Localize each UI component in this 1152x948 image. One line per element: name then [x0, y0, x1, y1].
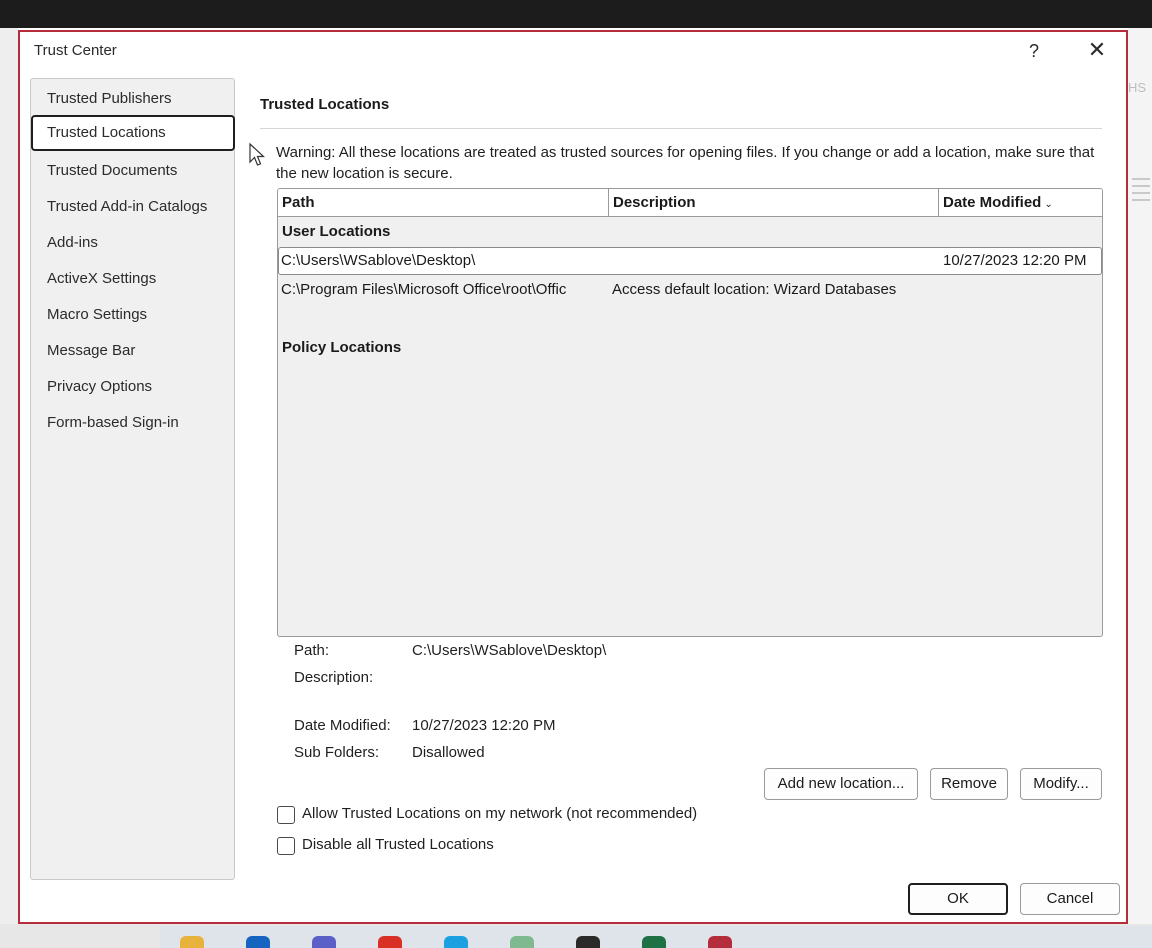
- cell-description: Access default location: Wizard Database…: [612, 281, 897, 298]
- group-header-user-locations: User Locations: [282, 223, 391, 240]
- background-window-right: HS: [1128, 28, 1152, 948]
- sort-chevron-icon: ⌄: [1044, 199, 1053, 210]
- taskbar: [160, 926, 1152, 948]
- detail-path-label: Path:: [294, 642, 330, 659]
- trust-center-nav: Trusted Publishers Trusted Locations Tru…: [30, 78, 235, 880]
- access-icon[interactable]: [708, 936, 732, 948]
- list-header: Path Description Date Modified ⌄: [278, 189, 1102, 217]
- top-dark-strip: [0, 0, 1152, 28]
- table-row[interactable]: C:\Program Files\Microsoft Office\root\O…: [278, 277, 1102, 305]
- group-header-policy-locations: Policy Locations: [282, 339, 402, 356]
- detail-sub-folders-value: Disallowed: [412, 744, 485, 761]
- ok-button[interactable]: OK: [908, 883, 1008, 915]
- edge-icon[interactable]: [444, 936, 468, 948]
- nav-item-trusted-documents[interactable]: Trusted Documents: [31, 153, 234, 189]
- column-header-date-modified[interactable]: Date Modified ⌄: [939, 189, 1102, 217]
- nav-item-form-based-sign-in[interactable]: Form-based Sign-in: [31, 405, 234, 441]
- nav-item-trusted-locations[interactable]: Trusted Locations: [31, 115, 235, 151]
- trust-center-dialog: Trust Center ? ✕ Trusted Publishers Trus…: [18, 30, 1128, 924]
- cell-date-modified: [943, 277, 1101, 303]
- chrome-icon[interactable]: [378, 936, 402, 948]
- cell-date-modified: 10/27/2023 12:20 PM: [943, 252, 1087, 269]
- section-title: Trusted Locations: [260, 96, 390, 113]
- nav-item-message-bar[interactable]: Message Bar: [31, 333, 234, 369]
- disable-all-checkbox[interactable]: [277, 837, 295, 855]
- close-button[interactable]: ✕: [1082, 38, 1112, 64]
- remove-button[interactable]: Remove: [930, 768, 1008, 800]
- detail-sub-folders-label: Sub Folders:: [294, 744, 380, 761]
- nav-item-activex-settings[interactable]: ActiveX Settings: [31, 261, 234, 297]
- file-explorer-icon[interactable]: [180, 936, 204, 948]
- warning-text: Warning: All these locations are treated…: [276, 144, 1095, 182]
- nav-item-macro-settings[interactable]: Macro Settings: [31, 297, 234, 333]
- mouse-pointer-icon: [249, 142, 266, 166]
- excel-icon[interactable]: [642, 936, 666, 948]
- detail-description-label: Description:: [294, 669, 374, 686]
- add-new-location-button[interactable]: Add new location...: [764, 768, 918, 800]
- detail-date-modified-value: 10/27/2023 12:20 PM: [412, 717, 556, 734]
- nav-item-trusted-add-in-catalogs[interactable]: Trusted Add-in Catalogs: [31, 189, 234, 225]
- dialog-title: Trust Center: [34, 42, 117, 59]
- nav-item-privacy-options[interactable]: Privacy Options: [31, 369, 234, 405]
- cell-path: C:\Users\WSablove\Desktop\: [281, 252, 476, 269]
- background-list-icon: [1132, 178, 1150, 206]
- section-divider: [260, 128, 1102, 129]
- column-header-description[interactable]: Description: [609, 189, 938, 217]
- detail-date-modified-label: Date Modified:: [294, 717, 391, 734]
- nav-item-trusted-publishers[interactable]: Trusted Publishers: [31, 81, 234, 117]
- background-text: HS: [1128, 80, 1147, 95]
- help-button[interactable]: ?: [1022, 38, 1046, 64]
- table-row[interactable]: C:\Users\WSablove\Desktop\ 10/27/2023 12…: [278, 247, 1102, 275]
- outlook-icon[interactable]: [246, 936, 270, 948]
- teams-icon[interactable]: [312, 936, 336, 948]
- background-window-left: [0, 28, 18, 928]
- modify-button[interactable]: Modify...: [1020, 768, 1102, 800]
- app-icon[interactable]: [510, 936, 534, 948]
- cell-path: C:\Program Files\Microsoft Office\root\O…: [281, 281, 567, 298]
- detail-path-value: C:\Users\WSablove\Desktop\: [412, 642, 607, 659]
- nav-item-add-ins[interactable]: Add-ins: [31, 225, 234, 261]
- app-icon-2[interactable]: [576, 936, 600, 948]
- cell-description: [611, 248, 937, 274]
- allow-network-label[interactable]: Allow Trusted Locations on my network (n…: [302, 805, 697, 822]
- trusted-locations-list[interactable]: Path Description Date Modified ⌄ User Loc…: [277, 188, 1103, 637]
- cancel-button[interactable]: Cancel: [1020, 883, 1120, 915]
- allow-network-checkbox[interactable]: [277, 806, 295, 824]
- disable-all-label[interactable]: Disable all Trusted Locations: [302, 836, 494, 853]
- column-header-path[interactable]: Path: [278, 189, 608, 217]
